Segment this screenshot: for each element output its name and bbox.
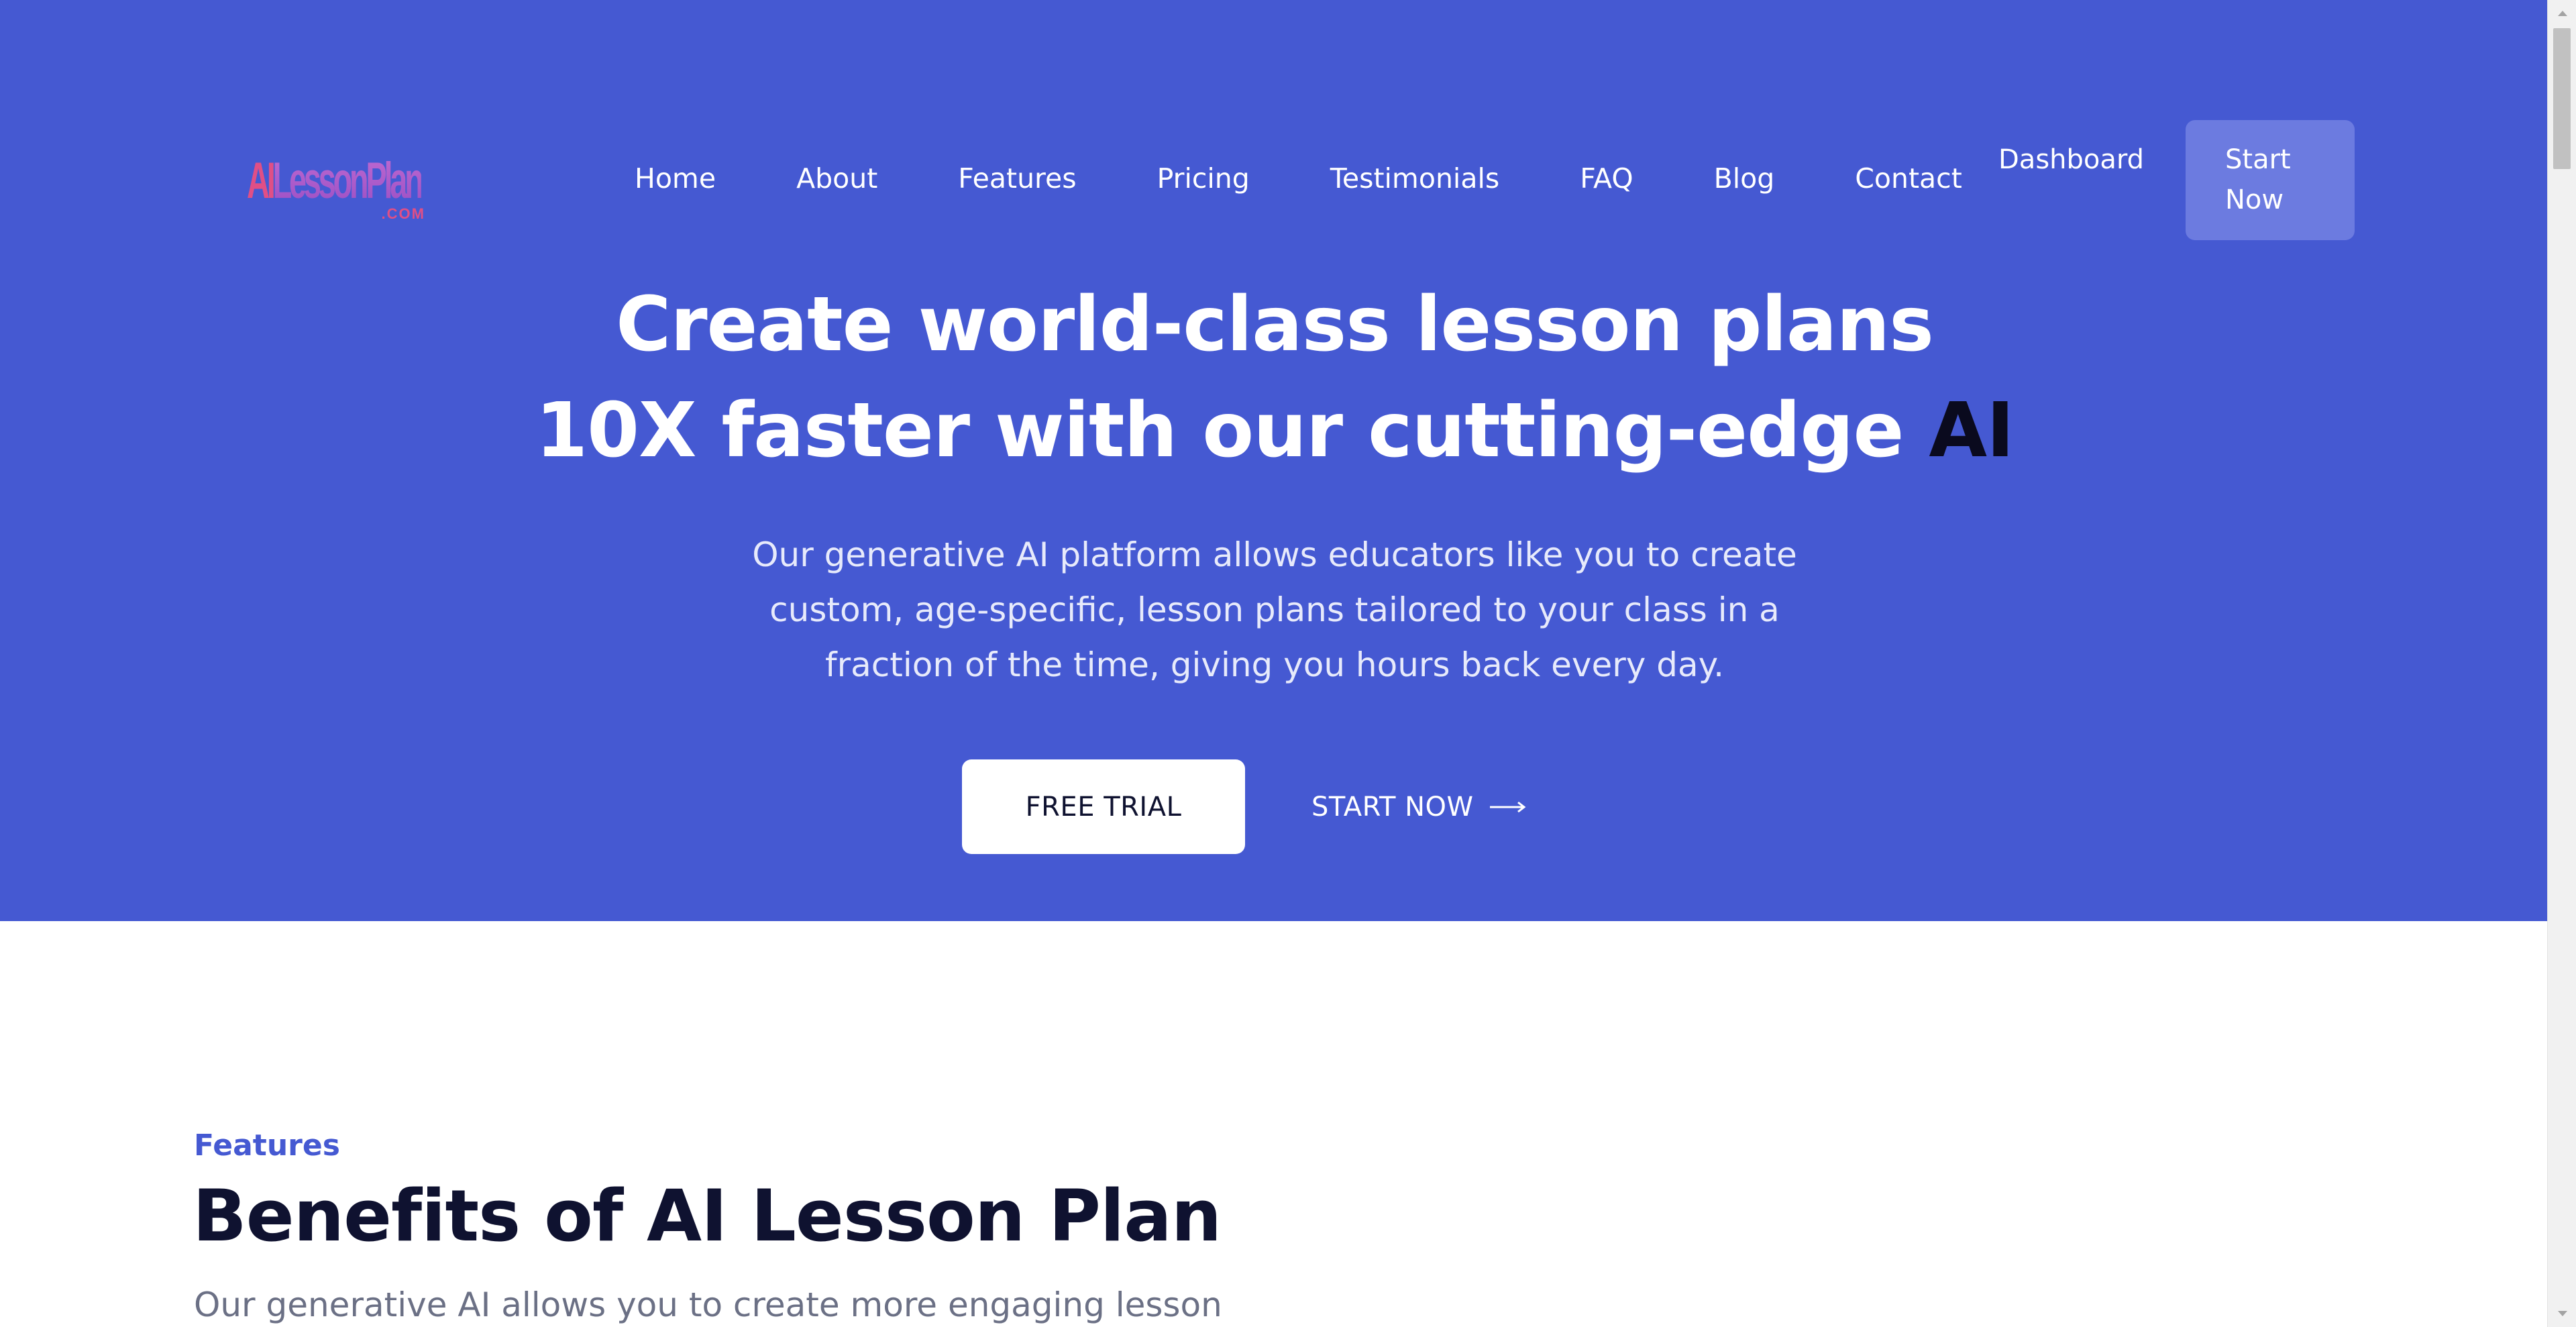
logo-suffix: .COM: [381, 205, 425, 222]
page: AILessonPlan .COM Home About Features Pr…: [0, 0, 2576, 1327]
hero-start-now-link[interactable]: START NOW: [1311, 759, 1526, 854]
headline-line-2: 10X faster with our cutting-edge: [535, 387, 1904, 474]
site-logo[interactable]: AILessonPlan .COM: [247, 156, 425, 223]
features-description: Our generative AI allows you to create m…: [194, 1285, 1222, 1324]
main-nav: Home About Features Pricing Testimonials…: [635, 158, 1962, 199]
long-arrow-right-icon: [1489, 801, 1526, 812]
nav-link-testimonials[interactable]: Testimonials: [1330, 158, 1499, 199]
start-now-label: START NOW: [1311, 791, 1474, 822]
features-title: Benefits of AI Lesson Plan: [193, 1175, 1222, 1257]
nav-link-features[interactable]: Features: [958, 158, 1076, 199]
nav-start-now-button[interactable]: Start Now: [2186, 120, 2355, 240]
features-eyebrow: Features: [194, 1128, 340, 1163]
nav-link-about[interactable]: About: [796, 158, 877, 199]
hero-cta-row: FREE TRIAL START NOW: [0, 759, 2547, 854]
dashboard-link[interactable]: Dashboard: [1998, 140, 2144, 180]
hero-headline: Create world-class lesson plans 10X fast…: [335, 272, 2214, 484]
headline-highlight: AI: [1929, 387, 2014, 474]
free-trial-button[interactable]: FREE TRIAL: [962, 759, 1245, 854]
nav-link-faq[interactable]: FAQ: [1580, 158, 1633, 199]
scrollbar-thumb[interactable]: [2553, 28, 2571, 169]
hero-subtext: Our generative AI platform allows educat…: [752, 535, 1797, 684]
headline-line-1: Create world-class lesson plans: [616, 281, 1934, 368]
hero-section: AILessonPlan .COM Home About Features Pr…: [0, 0, 2547, 921]
nav-link-pricing[interactable]: Pricing: [1157, 158, 1250, 199]
triangle-up-icon[interactable]: [2548, 0, 2576, 27]
nav-link-home[interactable]: Home: [635, 158, 716, 199]
nav-link-contact[interactable]: Contact: [1855, 158, 1962, 199]
vertical-scrollbar[interactable]: [2547, 0, 2576, 1327]
nav-link-blog[interactable]: Blog: [1714, 158, 1775, 199]
triangle-down-icon[interactable]: [2548, 1300, 2576, 1327]
logo-wordmark: AILessonPlan: [247, 152, 424, 209]
